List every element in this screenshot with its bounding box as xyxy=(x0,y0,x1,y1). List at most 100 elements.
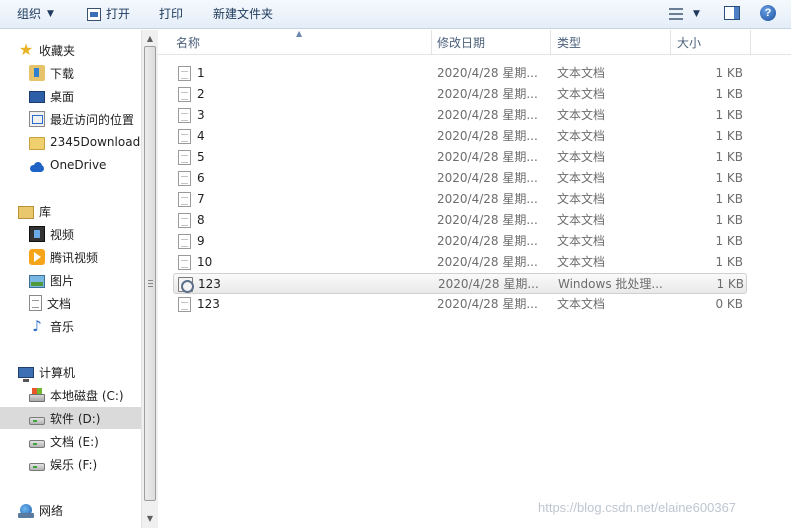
file-row[interactable]: 7 2020/4/28 星期... 文本文档 1 KB xyxy=(173,189,747,210)
network-icon xyxy=(18,504,34,518)
open-button[interactable]: 打开 xyxy=(87,0,130,28)
file-size: 1 KB xyxy=(715,108,743,122)
nav-item-recent-places[interactable]: 最近访问的位置 xyxy=(0,108,141,130)
change-view-button[interactable]: ▼ xyxy=(669,0,700,28)
nav-item-drive-d[interactable]: 软件 (D:) xyxy=(0,407,141,429)
file-type: 文本文档 xyxy=(557,234,606,248)
nav-computer[interactable]: 计算机 xyxy=(0,361,141,383)
file-name: 2 xyxy=(197,87,205,101)
file-name: 123 xyxy=(198,277,221,291)
nav-item-documents[interactable]: 文档 xyxy=(0,292,141,314)
file-date: 2020/4/28 星期... xyxy=(437,171,538,185)
nav-item-desktop[interactable]: 桌面 xyxy=(0,85,141,107)
preview-pane-icon[interactable] xyxy=(724,6,740,20)
nav-label: 库 xyxy=(39,204,52,219)
drive-icon xyxy=(29,439,45,448)
nav-item-drive-f[interactable]: 娱乐 (F:) xyxy=(0,453,141,475)
batch-file-icon xyxy=(178,277,194,293)
nav-item-downloads[interactable]: 下载 xyxy=(0,62,141,84)
file-date: 2020/4/28 星期... xyxy=(437,213,538,227)
file-size: 1 KB xyxy=(715,255,743,269)
print-button[interactable]: 打印 xyxy=(159,0,183,28)
text-file-icon xyxy=(178,297,191,312)
nav-label: 图片 xyxy=(50,273,75,288)
column-header-size[interactable]: 大小 xyxy=(671,30,751,55)
print-label: 打印 xyxy=(159,7,184,21)
file-date: 2020/4/28 星期... xyxy=(437,192,538,206)
file-size: 1 KB xyxy=(716,277,744,291)
help-icon[interactable]: ? xyxy=(760,5,776,21)
nav-label: 收藏夹 xyxy=(39,43,76,58)
nav-label: 音乐 xyxy=(50,319,75,334)
file-type: 文本文档 xyxy=(557,213,606,227)
nav-item-pictures[interactable]: 图片 xyxy=(0,269,141,291)
file-row[interactable]: 10 2020/4/28 星期... 文本文档 1 KB xyxy=(173,252,747,273)
nav-network[interactable]: 网络 xyxy=(0,499,141,521)
nav-item-drive-e[interactable]: 文档 (E:) xyxy=(0,430,141,452)
downloads-icon xyxy=(29,65,45,81)
nav-item-2345downloads[interactable]: 2345Downloads xyxy=(0,131,141,153)
nav-label: 腾讯视频 xyxy=(50,250,99,265)
file-type: 文本文档 xyxy=(557,255,606,269)
column-headers: ▲ 名称 修改日期 类型 大小 xyxy=(158,30,791,55)
file-type: 文本文档 xyxy=(557,66,606,80)
file-date: 2020/4/28 星期... xyxy=(437,150,538,164)
file-row[interactable]: 3 2020/4/28 星期... 文本文档 1 KB xyxy=(173,105,747,126)
documents-icon xyxy=(29,295,42,311)
new-folder-button[interactable]: 新建文件夹 xyxy=(213,0,273,28)
file-row[interactable]: 2 2020/4/28 星期... 文本文档 1 KB xyxy=(173,84,747,105)
file-row[interactable]: 8 2020/4/28 星期... 文本文档 1 KB xyxy=(173,210,747,231)
file-row-selected[interactable]: 123 2020/4/28 星期... Windows 批处理... 1 KB xyxy=(173,273,747,294)
file-date: 2020/4/28 星期... xyxy=(437,87,538,101)
scroll-down-icon[interactable]: ▼ xyxy=(142,510,158,527)
text-file-icon xyxy=(178,87,191,102)
nav-item-videos[interactable]: 视频 xyxy=(0,223,141,245)
file-row[interactable]: 9 2020/4/28 星期... 文本文档 1 KB xyxy=(173,231,747,252)
chevron-down-icon: ▼ xyxy=(693,9,700,19)
nav-label: 本地磁盘 (C:) xyxy=(50,388,124,403)
file-name: 4 xyxy=(197,129,205,143)
file-date: 2020/4/28 星期... xyxy=(437,255,538,269)
file-row[interactable]: 5 2020/4/28 星期... 文本文档 1 KB xyxy=(173,147,747,168)
pictures-icon xyxy=(29,274,45,288)
grip-icon xyxy=(148,280,153,287)
file-date: 2020/4/28 星期... xyxy=(437,66,538,80)
drive-icon xyxy=(29,462,45,471)
nav-label: 文档 xyxy=(47,296,72,311)
file-size: 1 KB xyxy=(715,171,743,185)
text-file-icon xyxy=(178,108,191,123)
text-file-icon xyxy=(178,129,191,144)
scrollbar-thumb[interactable] xyxy=(144,46,156,501)
column-header-type[interactable]: 类型 xyxy=(551,30,671,55)
file-row[interactable]: 4 2020/4/28 星期... 文本文档 1 KB xyxy=(173,126,747,147)
file-row[interactable]: 123 2020/4/28 星期... 文本文档 0 KB xyxy=(173,294,747,315)
chevron-down-icon: ▼ xyxy=(47,9,54,19)
scroll-up-icon[interactable]: ▲ xyxy=(142,30,158,47)
nav-label: 桌面 xyxy=(50,89,75,104)
text-file-icon xyxy=(178,171,191,186)
drive-icon xyxy=(29,416,45,425)
file-name: 3 xyxy=(197,108,205,122)
file-size: 1 KB xyxy=(715,213,743,227)
nav-item-tencent-video[interactable]: 腾讯视频 xyxy=(0,246,141,268)
star-icon: ★ xyxy=(18,40,34,59)
nav-favorites[interactable]: ★ 收藏夹 xyxy=(0,39,141,61)
file-type: 文本文档 xyxy=(557,108,606,122)
nav-item-onedrive[interactable]: OneDrive xyxy=(0,154,141,176)
folder-icon xyxy=(29,136,45,150)
tencent-video-icon xyxy=(29,249,45,265)
text-file-icon xyxy=(178,234,191,249)
music-icon: ♪ xyxy=(32,317,42,335)
nav-libraries[interactable]: 库 xyxy=(0,200,141,222)
file-row[interactable]: 6 2020/4/28 星期... 文本文档 1 KB xyxy=(173,168,747,189)
nav-scrollbar[interactable]: ▲ ▼ xyxy=(141,30,158,528)
nav-label: 最近访问的位置 xyxy=(50,112,135,127)
organize-button[interactable]: 组织 ▼ xyxy=(17,0,54,28)
file-name: 10 xyxy=(197,255,213,269)
file-row[interactable]: 1 2020/4/28 星期... 文本文档 1 KB xyxy=(173,63,747,84)
column-header-date[interactable]: 修改日期 xyxy=(431,30,551,55)
text-file-icon xyxy=(178,192,191,207)
nav-item-music[interactable]: ♪ 音乐 xyxy=(0,315,141,337)
column-header-name[interactable]: 名称 xyxy=(170,30,432,55)
nav-item-drive-c[interactable]: 本地磁盘 (C:) xyxy=(0,384,141,406)
